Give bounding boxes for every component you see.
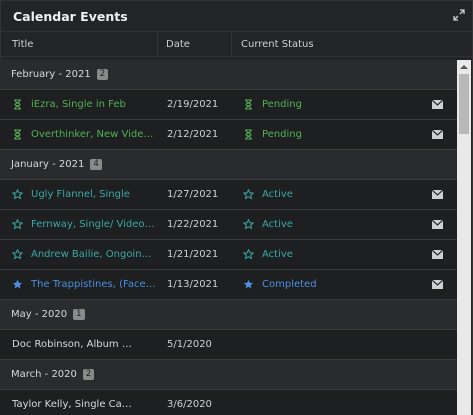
event-title: Ugly Flannel, Single bbox=[31, 189, 130, 200]
group-count-badge: 2 bbox=[82, 369, 95, 380]
group-label: January - 2021 bbox=[11, 159, 85, 170]
column-header-date[interactable]: Date bbox=[158, 32, 232, 56]
event-status: Pending bbox=[262, 99, 302, 110]
event-date: 2/12/2021 bbox=[167, 129, 219, 140]
event-row[interactable]: Taylor Kelly, Single Campaign 3/6/2020 bbox=[0, 390, 457, 415]
event-title-cell: iEzra, Single in Feb bbox=[0, 99, 157, 110]
group-count-badge: 1 bbox=[73, 309, 85, 320]
scroll-up-arrow-icon[interactable] bbox=[457, 60, 471, 74]
event-date: 1/27/2021 bbox=[167, 189, 219, 200]
scroll-thumb[interactable] bbox=[459, 74, 469, 134]
star-outline-icon bbox=[11, 249, 24, 260]
event-status-cell: Active bbox=[231, 188, 457, 200]
column-header-title[interactable]: Title bbox=[1, 32, 158, 56]
event-status: Completed bbox=[262, 279, 317, 290]
star-outline-icon bbox=[242, 218, 255, 230]
event-title-cell: Fernway, Single/ Video - ... bbox=[0, 219, 157, 230]
hourglass-icon bbox=[243, 129, 254, 140]
group-header[interactable]: February - 2021 2 bbox=[0, 60, 457, 90]
event-status-cell: Pending bbox=[231, 99, 457, 110]
group-label: February - 2021 bbox=[11, 69, 91, 80]
mail-icon[interactable] bbox=[431, 279, 444, 289]
event-status: Pending bbox=[262, 129, 302, 140]
event-title: Taylor Kelly, Single Campaign bbox=[12, 399, 137, 410]
event-row[interactable]: Overthinker, New Video i... 2/12/2021 Pend… bbox=[0, 120, 457, 150]
event-title-cell: Andrew Bailie, Ongoing ... bbox=[0, 249, 157, 260]
event-status: Active bbox=[262, 219, 293, 230]
event-status-cell: Pending bbox=[231, 129, 457, 140]
group-label: May - 2020 bbox=[11, 309, 68, 320]
event-title: Overthinker, New Video i... bbox=[31, 129, 156, 140]
column-header-status[interactable]: Current Status bbox=[232, 32, 472, 56]
event-title-cell: Doc Robinson, Album Feature bbox=[0, 339, 157, 350]
event-title: Fernway, Single/ Video - ... bbox=[31, 219, 156, 230]
event-title-cell: The Trappistines, (Face I... bbox=[0, 279, 157, 290]
event-status-cell: Active bbox=[231, 218, 457, 230]
event-row[interactable]: The Trappistines, (Face I... 1/13/2021 Com… bbox=[0, 270, 457, 300]
panel-title: Calendar Events bbox=[13, 8, 128, 24]
expand-icon[interactable] bbox=[452, 8, 466, 22]
events-list: February - 2021 2 iEzra, Single in Feb 2/19… bbox=[0, 60, 457, 415]
event-row[interactable]: Andrew Bailie, Ongoing ... 1/21/2021 Activ… bbox=[0, 240, 457, 270]
hourglass-icon bbox=[12, 99, 23, 110]
group-count-badge: 2 bbox=[96, 69, 109, 80]
group-header[interactable]: May - 2020 1 bbox=[0, 300, 457, 330]
star-filled-icon bbox=[243, 279, 254, 290]
event-status: Active bbox=[262, 249, 293, 260]
group-header[interactable]: March - 2020 2 bbox=[0, 360, 457, 390]
mail-icon[interactable] bbox=[431, 189, 444, 199]
event-date: 1/13/2021 bbox=[167, 279, 219, 290]
event-status-cell: Active bbox=[231, 248, 457, 260]
event-title-cell: Overthinker, New Video i... bbox=[0, 129, 157, 140]
event-date: 1/21/2021 bbox=[167, 249, 219, 260]
event-date: 1/22/2021 bbox=[167, 219, 219, 230]
star-outline-icon bbox=[242, 248, 255, 260]
event-title: iEzra, Single in Feb bbox=[31, 99, 126, 110]
hourglass-icon bbox=[243, 99, 254, 110]
event-title: Doc Robinson, Album Feature bbox=[12, 339, 137, 350]
star-outline-icon bbox=[11, 219, 24, 230]
group-count-badge: 4 bbox=[90, 159, 102, 170]
event-date: 3/6/2020 bbox=[167, 399, 212, 410]
event-status: Active bbox=[262, 189, 293, 200]
event-row[interactable]: Fernway, Single/ Video - ... 1/22/2021 Act… bbox=[0, 210, 457, 240]
vertical-scrollbar[interactable] bbox=[457, 60, 471, 415]
star-outline-icon bbox=[242, 188, 255, 200]
star-outline-icon bbox=[11, 189, 24, 200]
event-status-cell: Completed bbox=[231, 279, 457, 290]
panel-header: Calendar Events bbox=[1, 1, 472, 31]
star-filled-icon bbox=[12, 279, 23, 290]
event-date: 2/19/2021 bbox=[167, 99, 219, 110]
mail-icon[interactable] bbox=[431, 129, 444, 139]
event-title: The Trappistines, (Face I... bbox=[31, 279, 156, 290]
event-row[interactable]: iEzra, Single in Feb 2/19/2021 Pending bbox=[0, 90, 457, 120]
group-label: March - 2020 bbox=[11, 369, 77, 380]
event-date: 5/1/2020 bbox=[167, 339, 212, 350]
hourglass-icon bbox=[12, 129, 23, 140]
event-title-cell: Taylor Kelly, Single Campaign bbox=[0, 399, 157, 410]
event-title: Andrew Bailie, Ongoing ... bbox=[31, 249, 156, 260]
mail-icon[interactable] bbox=[431, 249, 444, 259]
group-header[interactable]: January - 2021 4 bbox=[0, 150, 457, 180]
event-row[interactable]: Ugly Flannel, Single 1/27/2021 Active bbox=[0, 180, 457, 210]
mail-icon[interactable] bbox=[431, 219, 444, 229]
event-row[interactable]: Doc Robinson, Album Feature 5/1/2020 bbox=[0, 330, 457, 360]
event-title-cell: Ugly Flannel, Single bbox=[0, 189, 157, 200]
mail-icon[interactable] bbox=[431, 99, 444, 109]
column-header-row: Title Date Current Status bbox=[1, 31, 472, 57]
